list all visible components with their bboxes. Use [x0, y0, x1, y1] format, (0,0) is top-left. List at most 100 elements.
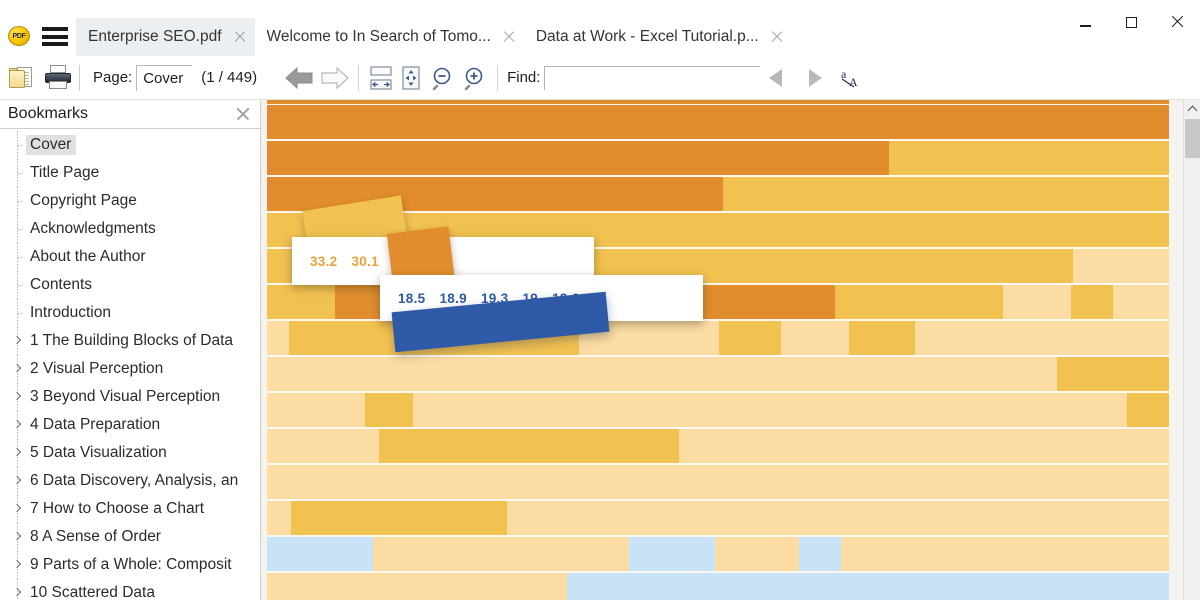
- cover-band-segment: [365, 393, 413, 427]
- close-button[interactable]: [1154, 0, 1200, 44]
- bookmark-label: 10 Scattered Data: [30, 583, 155, 600]
- close-icon[interactable]: [234, 105, 252, 123]
- cover-band-segment: [267, 285, 335, 319]
- minimize-button[interactable]: [1062, 0, 1108, 44]
- forward-arrow-icon[interactable]: [317, 65, 351, 91]
- cover-band-segment: [267, 105, 1169, 139]
- find-previous-icon[interactable]: [760, 65, 796, 91]
- cover-band: [267, 573, 1169, 600]
- cover-band-segment: [1057, 357, 1169, 391]
- bookmarks-panel: Bookmarks Cover Title Page Copyright Page A…: [0, 100, 261, 600]
- cover-band-segment: [291, 501, 507, 535]
- tab-close-icon[interactable]: [768, 28, 786, 46]
- chevron-right-icon[interactable]: [10, 411, 26, 439]
- chevron-right-glyph: [13, 588, 21, 598]
- fit-width-icon[interactable]: [366, 65, 396, 91]
- vertical-scrollbar[interactable]: [1183, 100, 1200, 600]
- bookmark-item[interactable]: About the Author: [0, 243, 260, 271]
- tab-data-at-work-excel-tutorial[interactable]: Data at Work - Excel Tutorial.p...: [523, 18, 792, 56]
- zoom-out-icon[interactable]: [426, 65, 458, 91]
- bookmark-item[interactable]: 9 Parts of a Whole: Composit: [0, 551, 260, 579]
- cover-band: [267, 465, 1169, 499]
- hamburger-menu-icon[interactable]: [42, 27, 68, 46]
- tab-close-icon[interactable]: [231, 28, 249, 46]
- page-label: Page:: [93, 69, 133, 86]
- bookmark-item[interactable]: 8 A Sense of Order: [0, 523, 260, 551]
- find-input-wrapper[interactable]: [544, 65, 761, 90]
- tab-close-icon[interactable]: [500, 28, 518, 46]
- cover-band-segment: [849, 321, 915, 355]
- chevron-right-glyph: [13, 364, 21, 374]
- cover-band: [267, 501, 1169, 535]
- tree-connector-icon: [10, 271, 26, 299]
- page-input[interactable]: Cover: [136, 64, 193, 91]
- cover-band-segment: [267, 465, 1169, 499]
- bookmark-label: 5 Data Visualization: [30, 443, 167, 461]
- bookmark-item[interactable]: Introduction: [0, 299, 260, 327]
- tab-label: Enterprise SEO.pdf: [88, 28, 222, 45]
- bookmark-item[interactable]: 4 Data Preparation: [0, 411, 260, 439]
- cover-band-segment: [715, 537, 799, 571]
- cover-band: [267, 537, 1169, 571]
- chevron-right-glyph: [13, 336, 21, 346]
- bookmark-item[interactable]: Title Page: [0, 159, 260, 187]
- chevron-right-glyph: [13, 392, 21, 402]
- cover-band-segment: [267, 429, 379, 463]
- bookmark-label: 8 A Sense of Order: [30, 527, 161, 545]
- scroll-thumb[interactable]: [1185, 119, 1200, 158]
- cover-band-segment: [915, 321, 1169, 355]
- cover-band-segment: [373, 537, 629, 571]
- bookmark-item[interactable]: 5 Data Visualization: [0, 439, 260, 467]
- chevron-right-icon[interactable]: [10, 355, 26, 383]
- chevron-right-icon[interactable]: [10, 327, 26, 355]
- bookmark-item[interactable]: Acknowledgments: [0, 215, 260, 243]
- cover-band-segment: [629, 537, 715, 571]
- chevron-right-icon[interactable]: [10, 523, 26, 551]
- match-case-icon[interactable]: a A: [832, 65, 870, 91]
- chevron-right-glyph: [13, 504, 21, 514]
- chevron-right-icon[interactable]: [10, 383, 26, 411]
- chevron-right-icon[interactable]: [10, 579, 26, 600]
- chevron-right-icon[interactable]: [10, 495, 26, 523]
- bookmark-item[interactable]: 1 The Building Blocks of Data: [0, 327, 260, 355]
- bookmark-item[interactable]: 7 How to Choose a Chart: [0, 495, 260, 523]
- printer-icon[interactable]: [44, 64, 72, 91]
- svg-text:a: a: [841, 67, 847, 81]
- zoom-in-icon[interactable]: [458, 65, 490, 91]
- pdf-page-cover[interactable]: 33.2 30.1 26.8 18.5 18.9 19.3 19 19.6: [267, 100, 1169, 600]
- pdf-reader-window: PDF Enterprise SEO.pdf Welcome to In Sea…: [0, 0, 1200, 600]
- bookmark-item[interactable]: 3 Beyond Visual Perception: [0, 383, 260, 411]
- bookmark-item[interactable]: 10 Scattered Data: [0, 579, 260, 600]
- scroll-up-icon[interactable]: [1184, 100, 1200, 118]
- chevron-right-icon[interactable]: [10, 467, 26, 495]
- cover-band: [267, 100, 1169, 104]
- find-next-icon[interactable]: [796, 65, 832, 91]
- chevron-right-icon[interactable]: [10, 551, 26, 579]
- cover-band-segment: [267, 100, 1169, 104]
- fit-page-icon[interactable]: [396, 65, 426, 91]
- cover-band-segment: [267, 321, 289, 355]
- window-controls: [1062, 0, 1200, 44]
- cover-band-segment: [781, 321, 849, 355]
- tree-connector-icon: [10, 159, 26, 187]
- pdf-logo-icon: PDF: [6, 25, 32, 47]
- chevron-right-icon[interactable]: [10, 439, 26, 467]
- open-folder-icon[interactable]: [8, 65, 34, 91]
- back-arrow-icon[interactable]: [283, 65, 317, 91]
- tab-welcome-in-search-of-tomorrow[interactable]: Welcome to In Search of Tomo...: [254, 18, 524, 56]
- tab-enterprise-seo[interactable]: Enterprise SEO.pdf: [76, 18, 255, 56]
- maximize-button[interactable]: [1108, 0, 1154, 44]
- toolbar-divider: [358, 64, 360, 91]
- find-input[interactable]: [545, 66, 761, 90]
- cover-band-segment: [267, 141, 889, 175]
- bookmark-item[interactable]: 6 Data Discovery, Analysis, an: [0, 467, 260, 495]
- bookmark-item[interactable]: Copyright Page: [0, 187, 260, 215]
- bookmark-item[interactable]: 2 Visual Perception: [0, 355, 260, 383]
- cover-band-segment: [1113, 285, 1169, 319]
- tree-connector-icon: [10, 215, 26, 243]
- toolbar-divider: [79, 64, 80, 91]
- bookmark-item[interactable]: Cover: [0, 131, 260, 159]
- bookmark-item[interactable]: Contents: [0, 271, 260, 299]
- toolbar-divider: [497, 64, 499, 91]
- cover-band: [267, 105, 1169, 139]
